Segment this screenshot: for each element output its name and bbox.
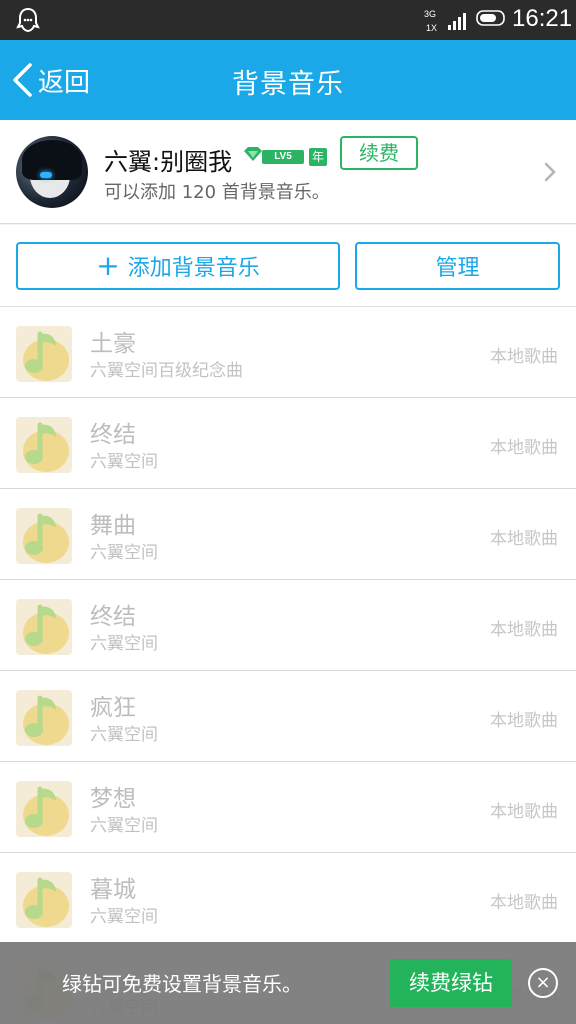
song-title: 疯狂 [90,695,136,721]
music-note-icon [16,690,72,746]
song-row[interactable]: 梦想 六翼空间 本地歌曲 [0,762,576,853]
song-title: 终结 [90,604,136,630]
title-bar: 返回 背景音乐 [0,40,576,120]
profile-card[interactable]: 六翼:别圈我 可以添加 120 首背景音乐。 [0,120,576,224]
qq-notification-icon [16,7,40,33]
music-note-icon [16,508,72,564]
signal-icon: 3G 1X [424,9,466,33]
level-badge: LV5 [262,150,304,164]
renew-button[interactable]: 续费 [340,136,418,170]
profile-subtitle: 可以添加 120 首背景音乐。 [104,182,330,203]
music-note-icon [16,326,72,382]
plus-icon: + [96,249,120,282]
music-note-icon [16,781,72,837]
song-title: 梦想 [90,786,136,812]
page-title: 背景音乐 [232,69,344,100]
song-source: 本地歌曲 [490,711,558,731]
user-name: 六翼:别圈我 [104,148,233,176]
music-note-icon [16,417,72,473]
chevron-right-icon [544,162,556,182]
renew-green-diamond-button[interactable]: 续费绿钻 [390,959,512,1007]
battery-icon [476,10,505,26]
song-row[interactable]: 土豪 六翼空间百级纪念曲 本地歌曲 [0,307,576,398]
song-artist: 六翼空间 [90,634,158,654]
song-row[interactable]: 终结 六翼空间 本地歌曲 [0,580,576,671]
avatar[interactable] [16,136,88,208]
song-title: 土豪 [90,331,136,357]
song-row[interactable]: 暮城 六翼空间 本地歌曲 [0,853,576,944]
promo-text: 绿钻可免费设置背景音乐。 [62,972,302,996]
song-artist: 六翼空间 [90,725,158,745]
song-row[interactable]: 疯狂 六翼空间 本地歌曲 [0,671,576,762]
action-bar: + 添加背景音乐 管理 [0,225,576,307]
song-source: 本地歌曲 [490,438,558,458]
song-title: 暮城 [90,877,136,903]
song-title: 终结 [90,422,136,448]
close-icon[interactable]: × [528,968,558,998]
music-note-icon [16,872,72,928]
song-artist: 六翼空间 [90,907,158,927]
song-source: 本地歌曲 [490,620,558,640]
song-artist: 六翼空间百级纪念曲 [90,361,243,381]
diamond-icon [244,147,262,161]
song-artist: 六翼空间 [90,816,158,836]
song-source: 本地歌曲 [490,893,558,913]
song-title: 舞曲 [90,513,136,539]
song-row[interactable]: 终结 六翼空间 本地歌曲 [0,398,576,489]
song-source: 本地歌曲 [490,802,558,822]
add-button-label: 添加背景音乐 [127,256,260,281]
year-badge: 年 [309,148,327,166]
svg-text:3G: 3G [424,9,436,19]
music-note-icon [16,599,72,655]
song-artist: 六翼空间 [90,452,158,472]
song-row[interactable]: 舞曲 六翼空间 本地歌曲 [0,489,576,580]
clock: 16:21 [512,5,573,32]
status-bar: 3G 1X 16:21 [0,0,576,40]
svg-text:1X: 1X [426,23,437,33]
song-source: 本地歌曲 [490,347,558,367]
song-list: 土豪 六翼空间百级纪念曲 本地歌曲 终结 六翼空间 本地歌曲 舞曲 六翼空间 本… [0,307,576,1024]
manage-button[interactable]: 管理 [355,242,560,290]
add-background-music-button[interactable]: + 添加背景音乐 [16,242,340,290]
song-artist: 六翼空间 [90,543,158,563]
song-source: 本地歌曲 [490,529,558,549]
promo-banner: 绿钻可免费设置背景音乐。 续费绿钻 × [0,942,576,1024]
